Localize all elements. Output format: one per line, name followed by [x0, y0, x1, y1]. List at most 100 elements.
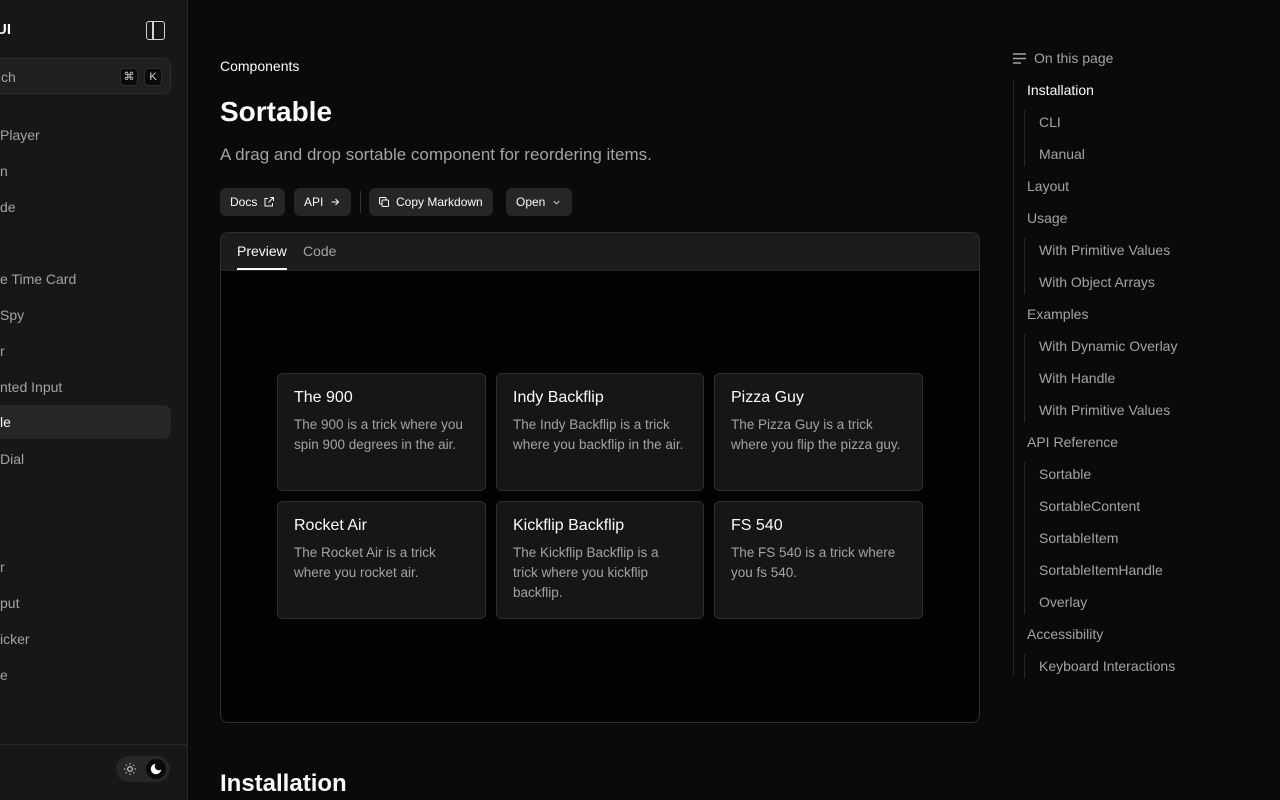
toc-subrail [1024, 654, 1025, 678]
k-key-hint: K [144, 68, 162, 86]
sortable-card[interactable]: Pizza Guy The Pizza Guy is a trick where… [714, 373, 923, 491]
external-link-icon [264, 197, 275, 207]
sidebar-item-sortable[interactable]: le [0, 405, 171, 439]
copy-icon [379, 197, 389, 207]
toc-item-with-handle[interactable]: With Handle [1039, 370, 1115, 386]
preview-panel: Preview Code The 900 The 900 is a trick … [220, 232, 980, 723]
list-icon [1013, 52, 1026, 64]
card-title: Kickflip Backflip [513, 517, 625, 534]
card-title: Rocket Air [294, 517, 367, 534]
toc-item-sortable-item[interactable]: SortableItem [1039, 530, 1118, 546]
sortable-card[interactable]: Rocket Air The Rocket Air is a trick whe… [277, 501, 486, 619]
sidebar-item[interactable]: icker [0, 622, 171, 656]
toc-item-with-object-arrays[interactable]: With Object Arrays [1039, 274, 1155, 290]
toc-subrail [1024, 462, 1025, 614]
sidebar-item-label: r [0, 559, 5, 575]
docs-button[interactable]: Docs [220, 188, 286, 216]
sortable-card[interactable]: Indy Backflip The Indy Backflip is a tri… [496, 373, 704, 491]
sidebar-item[interactable]: n [0, 154, 171, 188]
toc-item-overlay[interactable]: Overlay [1039, 594, 1087, 610]
open-button-label: Open [516, 195, 546, 209]
card-title: Pizza Guy [731, 389, 804, 406]
card-description: The 900 is a trick where you spin 900 de… [294, 417, 463, 452]
search-input[interactable]: ch ⌘ K [0, 58, 171, 94]
page-title: Sortable [220, 96, 333, 127]
sidebar-item[interactable]: de [0, 190, 171, 224]
card-description: The Kickflip Backflip is a trick where y… [513, 545, 659, 600]
toc-item-installation[interactable]: Installation [1027, 82, 1094, 98]
tab-preview[interactable]: Preview [237, 243, 287, 270]
sidebar-item-label: e [0, 667, 8, 683]
arrow-right-icon [331, 198, 340, 206]
open-dropdown-button[interactable]: Open [506, 188, 573, 216]
sidebar-item-label: put [0, 595, 20, 611]
sidebar-item-label: Player [0, 127, 40, 143]
card-description: The Indy Backflip is a trick where you b… [513, 417, 684, 452]
button-divider [360, 191, 361, 213]
sidebar-footer-divider [0, 744, 187, 745]
toc-item-manual[interactable]: Manual [1039, 146, 1085, 162]
breadcrumb[interactable]: Components [220, 58, 299, 74]
card-title: Indy Backflip [513, 389, 604, 406]
toc-item-accessibility[interactable]: Accessibility [1027, 626, 1103, 642]
sidebar-item-label: r [0, 343, 5, 359]
card-title: The 900 [294, 389, 353, 406]
toc-item-cli[interactable]: CLI [1039, 114, 1061, 130]
search-placeholder: ch [1, 69, 16, 85]
sidebar-item-label: n [0, 163, 8, 179]
copy-markdown-label: Copy Markdown [396, 195, 483, 209]
card-title: FS 540 [731, 517, 783, 534]
chevron-down-icon [553, 200, 560, 205]
sortable-card[interactable]: Kickflip Backflip The Kickflip Backflip … [496, 501, 704, 619]
sidebar-item-label: Spy [0, 307, 25, 323]
toc-item-with-primitive-values-example[interactable]: With Primitive Values [1039, 402, 1170, 418]
toc-item-examples[interactable]: Examples [1027, 306, 1088, 322]
toc-item-with-dynamic-overlay[interactable]: With Dynamic Overlay [1039, 338, 1177, 354]
brand-logo-text[interactable]: UI [0, 21, 11, 38]
card-description: The Rocket Air is a trick where you rock… [294, 545, 436, 580]
toc-heading: On this page [1012, 50, 1113, 66]
sidebar-toggle-icon[interactable] [146, 21, 165, 40]
toc-subrail [1024, 110, 1025, 166]
toc-item-usage[interactable]: Usage [1027, 210, 1067, 226]
moon-icon[interactable] [146, 759, 166, 779]
sun-icon[interactable] [120, 759, 140, 779]
sidebar-item-label: de [0, 199, 16, 215]
preview-tabs: Preview Code [221, 233, 979, 271]
toc-item-sortable-content[interactable]: SortableContent [1039, 498, 1140, 514]
toc-subrail [1024, 238, 1025, 294]
sidebar-item-label: icker [0, 631, 30, 647]
sortable-card[interactable]: The 900 The 900 is a trick where you spi… [277, 373, 486, 491]
toc-item-sortable-item-handle[interactable]: SortableItemHandle [1039, 562, 1163, 578]
api-button[interactable]: API [294, 188, 352, 216]
copy-markdown-button[interactable]: Copy Markdown [369, 188, 493, 216]
api-button-label: API [304, 195, 324, 209]
docs-button-label: Docs [230, 195, 258, 209]
theme-toggle[interactable] [116, 756, 170, 782]
toc-item-keyboard-interactions[interactable]: Keyboard Interactions [1039, 658, 1175, 674]
sidebar-item-label: nted Input [0, 379, 63, 395]
sidebar-item[interactable]: Dial [0, 442, 171, 476]
sidebar: UI ch ⌘ K Player n de e Time Card Spy r … [0, 0, 188, 800]
toc-subrail [1024, 334, 1025, 422]
sidebar-item-label: Dial [0, 451, 25, 467]
card-description: The FS 540 is a trick where you fs 540. [731, 545, 896, 580]
sortable-card[interactable]: FS 540 The FS 540 is a trick where you f… [714, 501, 923, 619]
section-heading: Installation [220, 770, 347, 797]
sidebar-item[interactable]: r [0, 334, 171, 368]
toc-item-sortable[interactable]: Sortable [1039, 466, 1091, 482]
sidebar-item[interactable]: e [0, 658, 171, 692]
card-description: The Pizza Guy is a trick where you flip … [731, 417, 901, 452]
toc-item-with-primitive-values[interactable]: With Primitive Values [1039, 242, 1170, 258]
tab-code[interactable]: Code [303, 243, 336, 268]
sidebar-item[interactable]: nted Input [0, 370, 171, 404]
sidebar-item[interactable]: Spy [0, 298, 171, 332]
sidebar-item[interactable]: r [0, 550, 171, 584]
command-key-hint: ⌘ [120, 68, 138, 86]
sidebar-item[interactable]: put [0, 586, 171, 620]
toc-item-layout[interactable]: Layout [1027, 178, 1069, 194]
toc-rail [1013, 80, 1014, 676]
sidebar-item[interactable]: Player [0, 118, 171, 152]
sidebar-item[interactable]: e Time Card [0, 262, 171, 296]
toc-item-api-reference[interactable]: API Reference [1027, 434, 1118, 450]
